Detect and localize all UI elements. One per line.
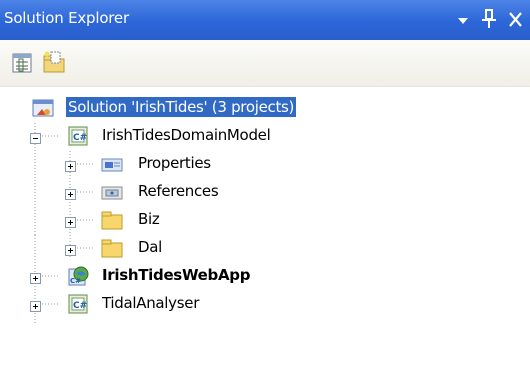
item-label: References [138,182,219,200]
project-node-irishtideswebapp[interactable]: C# IrishTidesWebApp [0,261,530,291]
item-label: Dal [138,238,163,256]
svg-text:C#: C# [73,301,87,311]
expand-toggle-icon[interactable] [65,214,76,228]
expand-toggle-icon[interactable] [30,298,41,312]
close-icon[interactable] [502,0,528,40]
window-title: Solution Explorer [4,9,129,27]
tree-item-properties[interactable]: Properties [0,149,530,179]
title-bar: Solution Explorer [0,0,530,40]
project-label: TidalAnalyser [102,294,200,312]
expand-toggle-icon[interactable] [65,242,76,256]
folder-icon [100,237,124,259]
csharp-project-icon: C# [67,125,91,147]
solution-icon [32,97,56,119]
web-project-icon: C# [67,265,91,287]
item-label: Properties [138,154,211,172]
references-icon [100,181,124,203]
solution-label: Solution 'IrishTides' (3 projects) [66,97,297,117]
dropdown-arrow-icon[interactable] [450,0,476,40]
expand-toggle-icon[interactable] [65,186,76,200]
project-node-tidalanalyser[interactable]: C# TidalAnalyser [0,289,530,319]
properties-icon[interactable] [8,48,38,78]
toolbar [0,40,530,87]
tree-item-dal[interactable]: Dal [0,233,530,263]
project-label: IrishTidesDomainModel [102,126,271,144]
tree-item-references[interactable]: References [0,177,530,207]
folder-icon [100,209,124,231]
solution-node[interactable]: Solution 'IrishTides' (3 projects) [0,93,530,123]
tree-item-biz[interactable]: Biz [0,205,530,235]
svg-text:C#: C# [73,133,87,143]
collapse-toggle-icon[interactable] [30,130,41,144]
project-label: IrishTidesWebApp [102,266,251,284]
expand-toggle-icon[interactable] [30,270,41,284]
svg-text:C#: C# [70,277,81,285]
project-node-irishtidesdomainmodel[interactable]: C# IrishTidesDomainModel [0,121,530,151]
item-label: Biz [138,210,160,228]
solution-tree: Solution 'IrishTides' (3 projects) C# Ir… [0,87,530,373]
show-all-files-icon[interactable] [40,48,70,78]
pin-icon[interactable] [476,0,502,40]
csharp-project-icon: C# [67,293,91,315]
expand-toggle-icon[interactable] [65,158,76,172]
properties-folder-icon [100,153,124,175]
